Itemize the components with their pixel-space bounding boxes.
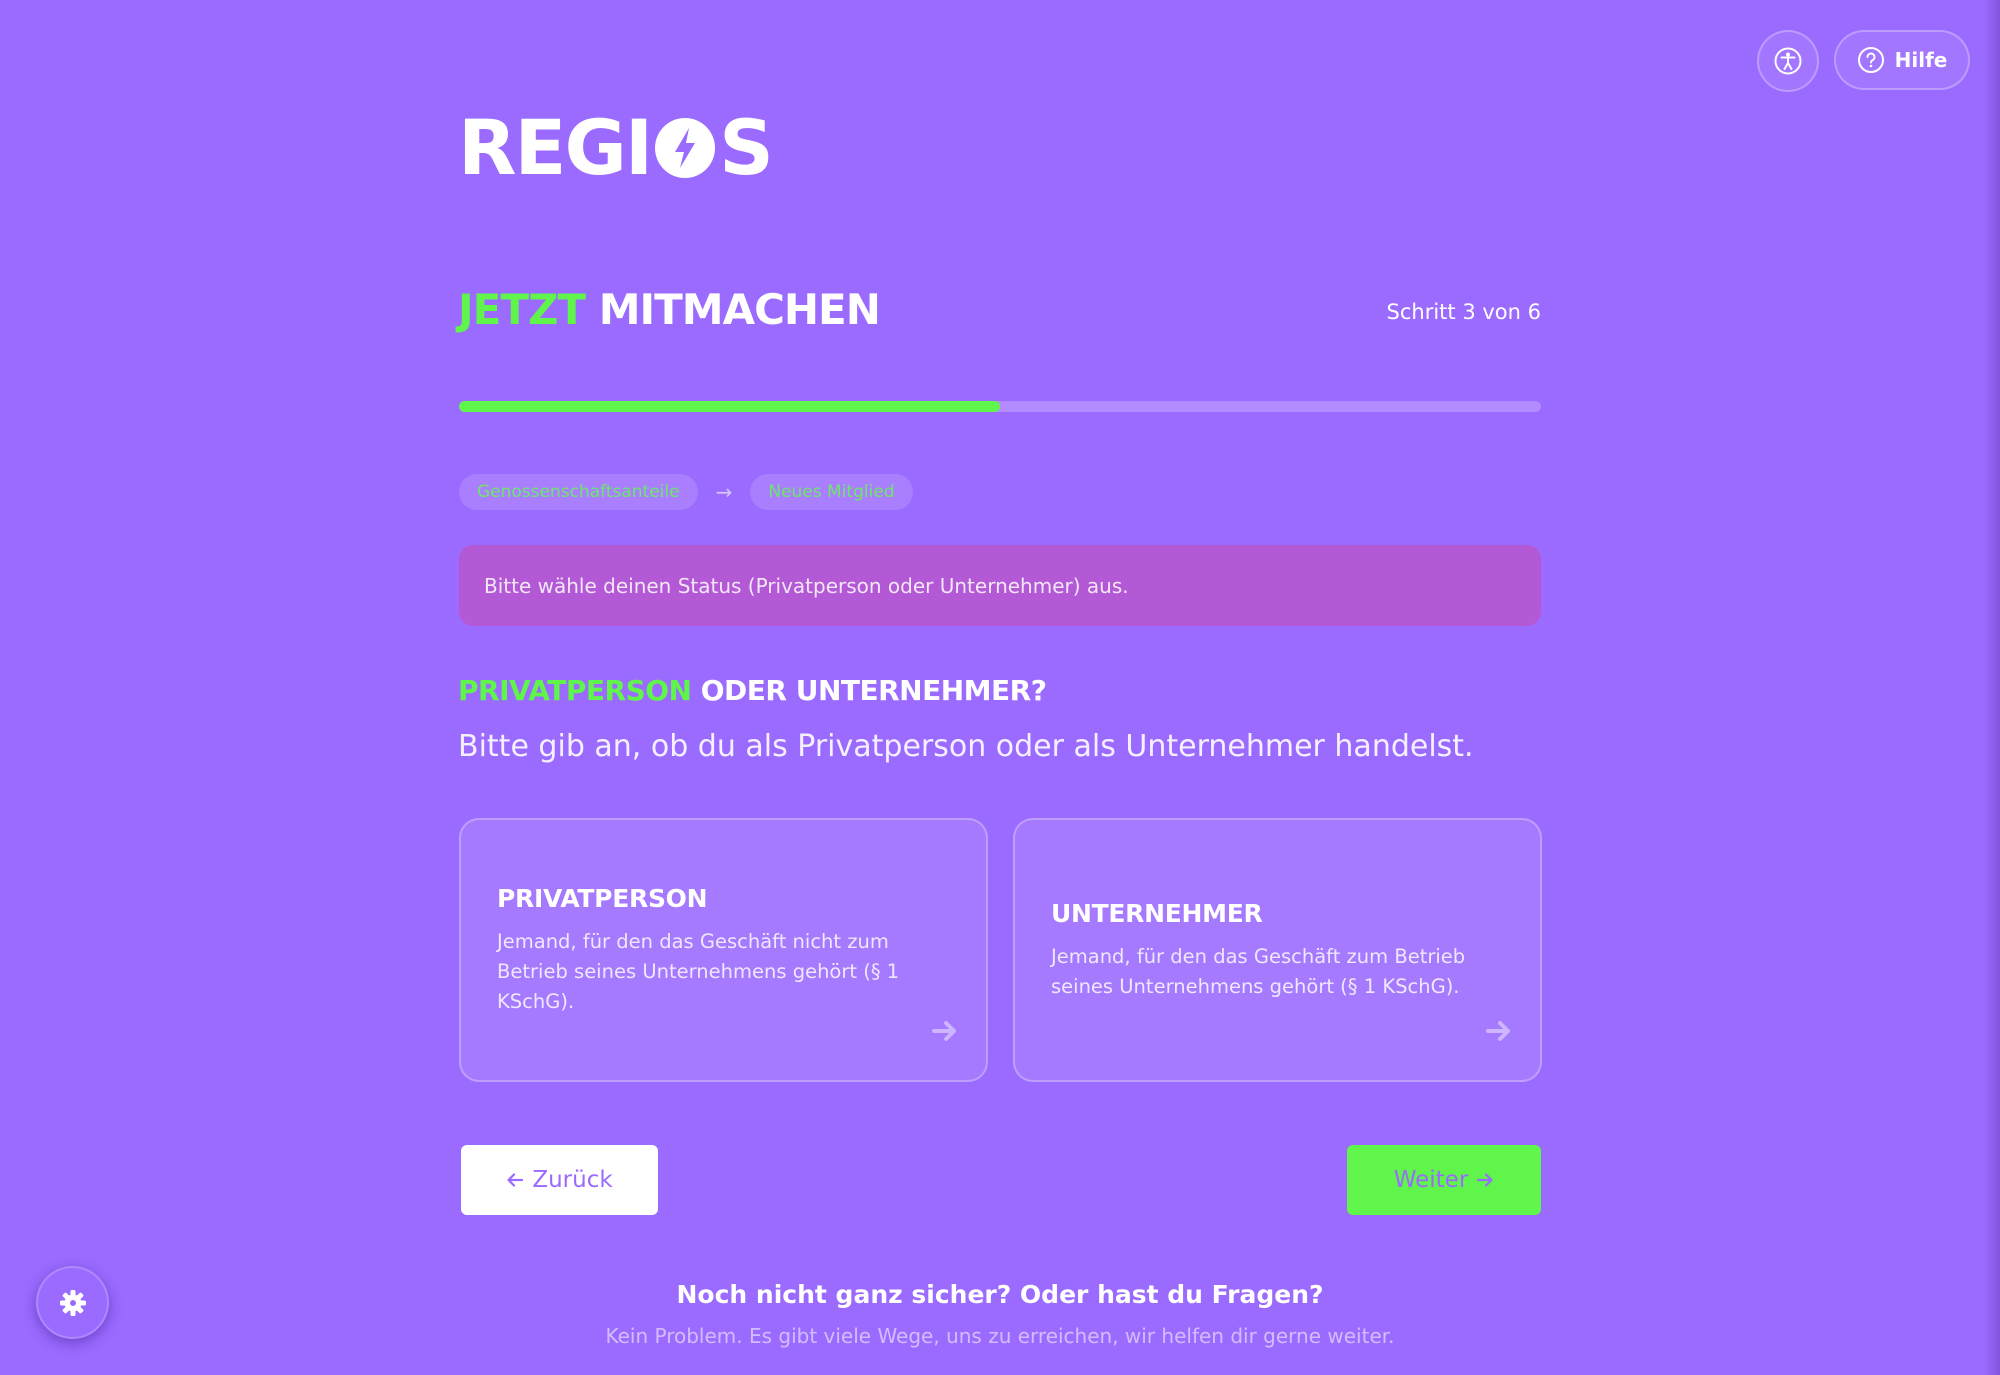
option-description-privatperson: Jemand, für den das Geschäft nicht zum B…: [497, 929, 900, 1013]
back-button-label: Zurück: [532, 1167, 613, 1193]
question-subtitle: Bitte gib an, ob du als Privatperson ode…: [458, 729, 1474, 764]
arrow-right-icon: [932, 1021, 956, 1041]
page-title-rest: MITMACHEN: [598, 285, 881, 334]
scroll-shade: [1984, 0, 2000, 1375]
question-title-rest: ODER UNTERNEHMER?: [700, 674, 1047, 707]
next-button-label: Weiter: [1393, 1167, 1469, 1193]
footer-title: Noch nicht ganz sicher? Oder hast du Fra…: [676, 1280, 1324, 1309]
footer-subtitle: Kein Problem. Es gibt viele Wege, uns zu…: [605, 1324, 1395, 1348]
lightning-o-icon: [655, 118, 716, 178]
breadcrumb-item-neues-mitglied[interactable]: Neues Mitglied: [750, 474, 913, 510]
option-title-privatperson: PRIVATPERSON: [497, 883, 708, 913]
accessibility-icon: [1774, 47, 1802, 75]
logo-text-left: REGI: [458, 103, 653, 192]
arrow-right-icon: [1486, 1021, 1510, 1041]
question-circle-icon: [1857, 47, 1884, 73]
progress-fill: [459, 401, 1000, 412]
question-title: PRIVATPERSON ODER UNTERNEHMER?: [458, 674, 1047, 707]
breadcrumb-item-genossenschaftsanteile[interactable]: Genossenschaftsanteile: [459, 474, 698, 510]
logo-text-right: S: [719, 103, 774, 192]
accessibility-button[interactable]: [1757, 30, 1819, 92]
help-label: Hilfe: [1894, 48, 1948, 72]
logo[interactable]: REGI S: [458, 103, 774, 192]
page-title: JETZT MITMACHEN: [458, 284, 881, 336]
back-button[interactable]: Zurück: [461, 1145, 658, 1215]
help-button[interactable]: Hilfe: [1834, 30, 1970, 90]
question-title-accent: PRIVATPERSON: [458, 674, 692, 707]
arrow-right-icon: [1477, 1173, 1493, 1187]
next-button[interactable]: Weiter: [1347, 1145, 1541, 1215]
option-title-unternehmer: UNTERNEHMER: [1051, 898, 1263, 928]
page: Hilfe REGI S JETZT MITMACHEN Schritt 3 v…: [0, 0, 2000, 1375]
option-card-privatperson[interactable]: PRIVATPERSON Jemand, für den das Geschäf…: [459, 818, 988, 1082]
validation-alert: Bitte wähle deinen Status (Privatperson …: [459, 545, 1541, 626]
alert-text: Bitte wähle deinen Status (Privatperson …: [484, 573, 1129, 598]
breadcrumb: Genossenschaftsanteile → Neues Mitglied: [459, 474, 913, 510]
gear-icon: [59, 1289, 86, 1316]
arrow-right-icon: →: [715, 480, 733, 504]
page-title-accent: JETZT: [458, 285, 586, 334]
option-description-unternehmer: Jemand, für den das Geschäft zum Betrieb…: [1051, 944, 1466, 998]
option-card-unternehmer[interactable]: UNTERNEHMER Jemand, für den das Geschäft…: [1013, 818, 1542, 1082]
progress-bar: [459, 401, 1541, 412]
cookie-settings-button[interactable]: [36, 1266, 109, 1339]
arrow-left-icon: [507, 1173, 524, 1187]
step-indicator: Schritt 3 von 6: [1386, 300, 1541, 324]
